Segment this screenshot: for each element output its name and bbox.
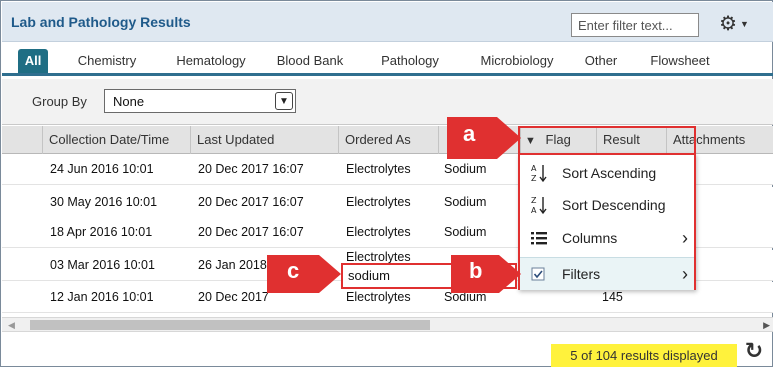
tab-blood-bank[interactable]: Blood Bank: [268, 49, 352, 73]
group-by-select[interactable]: None ▼: [104, 89, 296, 113]
sort-descending-icon: ZA: [530, 195, 548, 215]
menu-item-columns[interactable]: Columns ›: [520, 222, 694, 255]
lab-results-panel: Lab and Pathology Results ⚙ ▼ All Chemis…: [0, 0, 773, 367]
scroll-right-arrow-icon[interactable]: ▶: [763, 318, 770, 333]
cell-updated: 20 Dec 2017 16:07: [198, 162, 304, 176]
columns-icon: [530, 228, 548, 248]
horizontal-scrollbar[interactable]: ◀ ▶: [2, 317, 773, 332]
cell-updated: 20 Dec 2017 16:07: [198, 225, 304, 239]
col-last-updated[interactable]: Last Updated: [190, 126, 338, 154]
tab-flowsheet[interactable]: Flowsheet: [638, 49, 722, 73]
svg-text:A: A: [531, 164, 537, 173]
sort-ascending-icon: AZ: [530, 163, 548, 183]
column-context-menu: AZ Sort Ascending ZA Sort Descending Col…: [518, 153, 696, 290]
svg-text:Z: Z: [531, 174, 537, 183]
col-collection-date[interactable]: Collection Date/Time: [42, 126, 190, 154]
col-ordered-as[interactable]: Ordered As: [338, 126, 438, 154]
scrollbar-thumb[interactable]: [30, 320, 430, 330]
refresh-icon[interactable]: ↻: [741, 338, 767, 364]
cell-collected: 30 May 2016 10:01: [50, 195, 158, 209]
menu-item-label: Columns: [562, 230, 618, 246]
tab-other[interactable]: Other: [576, 49, 626, 73]
svg-text:A: A: [531, 206, 537, 215]
cell-collected: 12 Jan 2016 10:01: [50, 290, 154, 304]
settings-menu-button[interactable]: ⚙ ▼: [714, 11, 754, 37]
group-by-label: Group By: [32, 94, 87, 109]
tab-chemistry[interactable]: Chemistry: [64, 49, 150, 73]
menu-item-label: Filters: [562, 266, 601, 282]
filter-input[interactable]: [571, 13, 699, 37]
panel-header: Lab and Pathology Results ⚙ ▼: [2, 2, 773, 42]
flag-header-highlight: [518, 126, 696, 156]
callout-c-label: c: [287, 258, 300, 283]
scroll-left-arrow-icon[interactable]: ◀: [8, 318, 15, 333]
chevron-right-icon: ›: [682, 228, 688, 248]
caret-down-icon: ▼: [740, 19, 749, 29]
cell-updated: 20 Dec 2017: [198, 290, 269, 304]
menu-item-label: Sort Ascending: [562, 165, 657, 181]
cell-updated: 26 Jan 2018: [198, 258, 267, 272]
cell-collected: 18 Apr 2016 10:01: [50, 225, 153, 239]
category-tabs: All Chemistry Hematology Blood Bank Path…: [2, 49, 773, 76]
callout-c: [267, 255, 341, 293]
tab-hematology[interactable]: Hematology: [166, 49, 256, 73]
cell-updated: 20 Dec 2017 16:07: [198, 195, 304, 209]
checkbox-icon[interactable]: [530, 264, 548, 284]
svg-text:Z: Z: [531, 196, 537, 205]
cell-collected: 24 Jun 2016 10:01: [50, 162, 154, 176]
chevron-right-icon: ›: [682, 264, 688, 284]
cell-ordered: Electrolytes: [346, 195, 411, 209]
cell-test-name: Sodium: [444, 195, 487, 209]
gear-icon: ⚙: [719, 13, 737, 35]
menu-item-sort-ascending[interactable]: AZ Sort Ascending: [520, 157, 694, 190]
filter-value-text: sodium: [348, 268, 390, 283]
callout-b-label: b: [469, 258, 483, 283]
menu-item-sort-descending[interactable]: ZA Sort Descending: [520, 189, 694, 222]
group-by-bar: Group By None ▼: [2, 79, 773, 125]
callout-b: [451, 255, 521, 293]
callout-a-label: a: [463, 121, 476, 146]
tab-pathology[interactable]: Pathology: [368, 49, 452, 73]
menu-item-filters[interactable]: Filters ›: [520, 257, 694, 290]
tab-microbiology[interactable]: Microbiology: [464, 49, 570, 73]
menu-item-label: Sort Descending: [562, 197, 666, 213]
panel-title: Lab and Pathology Results: [11, 14, 191, 30]
chevron-down-icon: ▼: [275, 92, 293, 110]
group-by-value: None: [113, 94, 145, 109]
tab-all[interactable]: All: [18, 49, 48, 73]
cell-collected: 03 Mar 2016 10:01: [50, 258, 155, 272]
cell-ordered: Electrolytes: [346, 162, 411, 176]
results-count-status: 5 of 104 results displayed: [551, 344, 737, 367]
cell-test-name: Sodium: [444, 225, 487, 239]
callout-a: [447, 117, 521, 159]
